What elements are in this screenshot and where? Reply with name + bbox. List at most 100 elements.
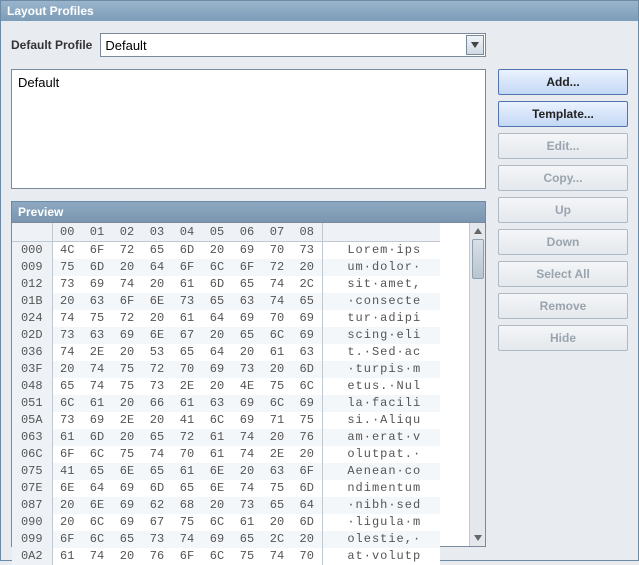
hex-cell: 62 bbox=[142, 497, 172, 514]
up-button[interactable]: Up bbox=[498, 197, 628, 223]
copy-button[interactable]: Copy... bbox=[498, 165, 628, 191]
ascii-cell: la·facili bbox=[322, 395, 440, 412]
remove-button[interactable]: Remove bbox=[498, 293, 628, 319]
hex-cell: 65 bbox=[112, 531, 142, 548]
hex-cell: 4E bbox=[232, 378, 262, 395]
ascii-cell: si.·Aliqu bbox=[322, 412, 440, 429]
ascii-cell: ·consecte bbox=[322, 293, 440, 310]
hex-cell: 75 bbox=[292, 412, 322, 429]
hex-cell: 69 bbox=[232, 310, 262, 327]
hex-cell: 6F bbox=[112, 293, 142, 310]
list-item[interactable]: Default bbox=[18, 74, 479, 91]
offset-cell: 05A bbox=[12, 412, 52, 429]
hex-cell: 65 bbox=[82, 463, 112, 480]
hex-cell: 74 bbox=[262, 548, 292, 565]
hex-cell: 73 bbox=[52, 327, 82, 344]
hex-row: 063616D20657261742076am·erat·v bbox=[12, 429, 440, 446]
scroll-down-icon[interactable] bbox=[470, 530, 486, 546]
hex-cell: 6D bbox=[82, 259, 112, 276]
dropdown-value: Default bbox=[105, 38, 481, 53]
hex-cell: 73 bbox=[52, 276, 82, 293]
hex-cell: 6F bbox=[172, 259, 202, 276]
hex-cell: 6E bbox=[202, 463, 232, 480]
ascii-cell: olutpat.· bbox=[322, 446, 440, 463]
hex-row: 0516C6120666163696C69la·facili bbox=[12, 395, 440, 412]
content-area: Default Profile Default Default Preview … bbox=[1, 21, 638, 557]
hex-cell: 6F bbox=[52, 446, 82, 463]
hex-cell: 20 bbox=[52, 514, 82, 531]
hex-cell: 61 bbox=[52, 548, 82, 565]
hex-cell: 6C bbox=[202, 514, 232, 531]
default-profile-dropdown[interactable]: Default bbox=[100, 33, 486, 57]
hex-cell: 20 bbox=[52, 497, 82, 514]
hex-cell: 20 bbox=[262, 361, 292, 378]
hex-cell: 6F bbox=[292, 463, 322, 480]
hex-cell: 20 bbox=[52, 361, 82, 378]
down-button[interactable]: Down bbox=[498, 229, 628, 255]
hex-table: 0001020304050607080004C6F72656D20697073L… bbox=[12, 223, 440, 565]
hex-cell: 6C bbox=[262, 395, 292, 412]
preview-label-text: Preview bbox=[18, 205, 63, 219]
hex-cell: 61 bbox=[172, 310, 202, 327]
hex-cell: 6C bbox=[52, 395, 82, 412]
ascii-cell: scing·eli bbox=[322, 327, 440, 344]
hex-cell: 68 bbox=[172, 497, 202, 514]
scroll-up-icon[interactable] bbox=[470, 223, 486, 239]
add-button[interactable]: Add... bbox=[498, 69, 628, 95]
hex-preview: 0001020304050607080004C6F72656D20697073L… bbox=[11, 222, 486, 547]
hex-cell: 72 bbox=[112, 310, 142, 327]
hex-cell: 64 bbox=[202, 344, 232, 361]
hex-cell: 69 bbox=[292, 310, 322, 327]
hex-cell: 75 bbox=[232, 548, 262, 565]
hex-cell: 74 bbox=[52, 310, 82, 327]
window-title: Layout Profiles bbox=[7, 4, 94, 18]
hex-row: 009756D20646F6C6F7220um·dolor· bbox=[12, 259, 440, 276]
hex-col-header: 03 bbox=[142, 223, 172, 242]
titlebar: Layout Profiles bbox=[1, 1, 638, 21]
offset-cell: 01B bbox=[12, 293, 52, 310]
hex-cell: 6F bbox=[52, 531, 82, 548]
hide-button[interactable]: Hide bbox=[498, 325, 628, 351]
hex-row: 01273697420616D65742Csit·amet, bbox=[12, 276, 440, 293]
hex-cell: 74 bbox=[262, 276, 292, 293]
offset-cell: 009 bbox=[12, 259, 52, 276]
hex-cell: 74 bbox=[82, 378, 112, 395]
hex-cell: 73 bbox=[232, 361, 262, 378]
hex-cell: 20 bbox=[202, 497, 232, 514]
ascii-cell: Lorem·ips bbox=[322, 242, 440, 259]
hex-cell: 65 bbox=[292, 293, 322, 310]
scrollbar[interactable] bbox=[469, 223, 485, 546]
offset-cell: 087 bbox=[12, 497, 52, 514]
hex-cell: 69 bbox=[112, 497, 142, 514]
template-button[interactable]: Template... bbox=[498, 101, 628, 127]
scroll-thumb[interactable] bbox=[472, 239, 484, 279]
edit-button[interactable]: Edit... bbox=[498, 133, 628, 159]
hex-cell: 75 bbox=[52, 259, 82, 276]
hex-cell: 20 bbox=[232, 463, 262, 480]
hex-cell: 63 bbox=[292, 344, 322, 361]
hex-cell: 75 bbox=[112, 446, 142, 463]
profile-list[interactable]: Default bbox=[11, 69, 486, 189]
hex-cell: 61 bbox=[172, 463, 202, 480]
hex-cell: 73 bbox=[292, 242, 322, 259]
hex-row: 03F20747572706973206D·turpis·m bbox=[12, 361, 440, 378]
hex-cell: 69 bbox=[232, 242, 262, 259]
hex-cell: 6C bbox=[82, 531, 112, 548]
hex-cell: 73 bbox=[142, 531, 172, 548]
hex-cell: 20 bbox=[202, 242, 232, 259]
hex-col-header: 02 bbox=[112, 223, 142, 242]
hex-cell: 6E bbox=[112, 463, 142, 480]
hex-row: 06C6F6C75747061742E20olutpat.· bbox=[12, 446, 440, 463]
hex-cell: 72 bbox=[172, 429, 202, 446]
hex-cell: 6E bbox=[202, 480, 232, 497]
hex-cell: 6D bbox=[82, 429, 112, 446]
hex-cell: 6D bbox=[142, 480, 172, 497]
offset-cell: 012 bbox=[12, 276, 52, 293]
hex-row: 07541656E65616E20636FAenean·co bbox=[12, 463, 440, 480]
hex-cell: 2E bbox=[262, 446, 292, 463]
hex-cell: 6C bbox=[202, 412, 232, 429]
chevron-down-icon[interactable] bbox=[466, 35, 484, 55]
hex-cell: 64 bbox=[292, 497, 322, 514]
select-all-button[interactable]: Select All bbox=[498, 261, 628, 287]
hex-row: 07E6E64696D656E74756Dndimentum bbox=[12, 480, 440, 497]
